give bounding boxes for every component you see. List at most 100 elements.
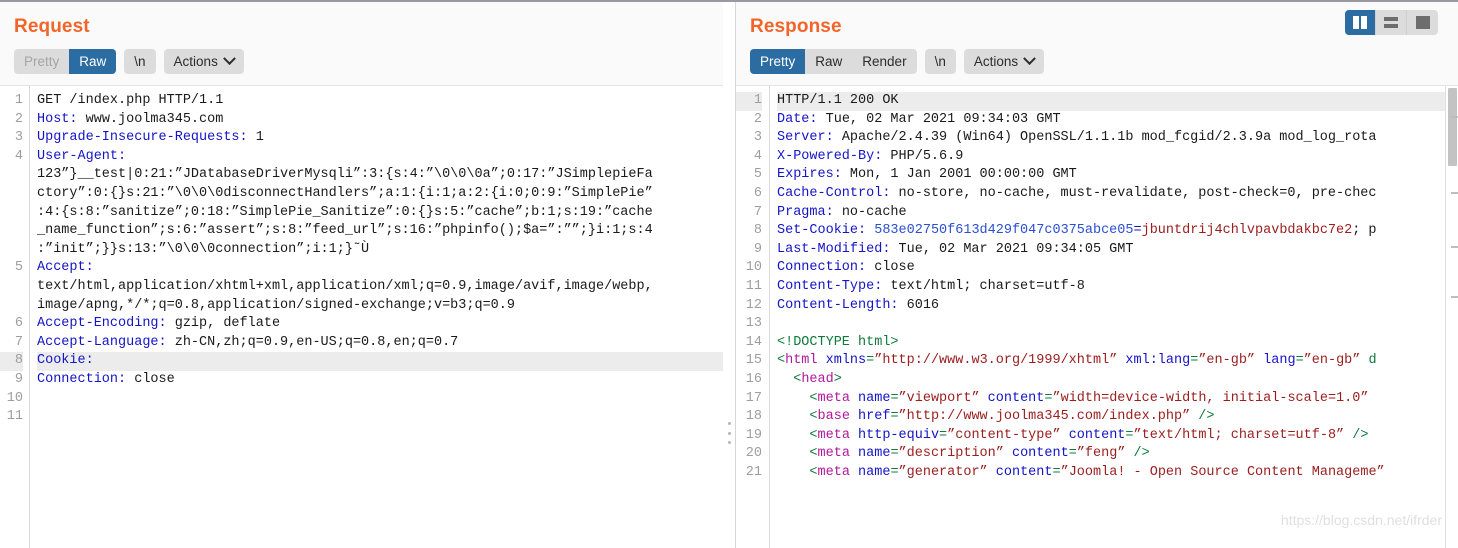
line-number: 1 — [14, 93, 23, 108]
panel-splitter[interactable] — [723, 2, 735, 548]
response-code-area[interactable]: 1 2 3 4 5 6 7 8 9 10 11 12 13 14 15 16 17 18 19 20 21 HTTP/1… — [736, 85, 1458, 548]
response-line-numbers: 1 2 3 4 5 6 7 8 9 10 11 12 13 14 15 16 17 18 19 20 21 — [736, 86, 770, 548]
code-line[interactable]: ctory”:0:{}s:21:”\0\0\0disconnectHandler… — [37, 185, 723, 204]
columns-icon — [1353, 16, 1367, 29]
request-line-numbers: 1 2 3 4 5 6 7 8 9 10 11 — [0, 86, 30, 548]
code-line[interactable]: Accept: — [37, 259, 723, 278]
line-number: 13 — [745, 316, 762, 332]
code-line[interactable]: Last-Modified: Tue, 02 Mar 2021 09:34:05… — [777, 241, 1458, 260]
line-number: 18 — [745, 409, 762, 425]
chevron-down-icon — [1023, 52, 1036, 66]
line-number: 5 — [753, 167, 762, 183]
line-number: 1 — [736, 92, 762, 111]
code-line[interactable]: Accept-Encoding: gzip, deflate — [37, 315, 723, 334]
line-number: 16 — [745, 371, 762, 387]
code-line[interactable]: <!DOCTYPE html> — [777, 334, 1458, 353]
line-number — [0, 241, 23, 260]
code-line[interactable]: <base href=”http://www.joolma345.com/ind… — [777, 408, 1458, 427]
request-title: Request — [14, 16, 90, 37]
line-number: 4 — [753, 148, 762, 164]
code-line[interactable]: Pragma: no-cache — [777, 204, 1458, 223]
code-line[interactable]: text/html,application/xhtml+xml,applicat… — [37, 278, 723, 297]
single-pane-icon — [1415, 16, 1430, 29]
code-line[interactable]: Content-Length: 6016 — [777, 297, 1458, 316]
response-content[interactable]: HTTP/1.1 200 OK Date: Tue, 02 Mar 2021 09… — [770, 86, 1458, 548]
response-scrollbar[interactable] — [1445, 86, 1458, 548]
code-line[interactable] — [37, 408, 723, 427]
line-number: 2 — [14, 111, 23, 127]
rows-icon — [1384, 17, 1398, 28]
code-line[interactable]: :4:{s:8:”sanitize”;0:18:”SimplePie_Sanit… — [37, 204, 723, 223]
response-tab-render[interactable]: Render — [852, 49, 916, 74]
code-line[interactable]: Host: www.joolma345.com — [37, 111, 723, 130]
code-line[interactable]: Upgrade-Insecure-Requests: 1 — [37, 129, 723, 148]
code-line[interactable]: _name_function”;s:6:”assert”;s:8:”feed_u… — [37, 222, 723, 241]
code-line[interactable] — [777, 315, 1458, 334]
code-line[interactable]: image/apng,*/*;q=0.8,application/signed-… — [37, 297, 723, 316]
code-line[interactable]: Accept-Language: zh-CN,zh;q=0.9,en-US;q=… — [37, 334, 723, 353]
chevron-down-icon — [222, 52, 236, 66]
line-number: 14 — [745, 334, 762, 350]
code-line[interactable]: <meta http-equiv=”content-type” content=… — [777, 427, 1458, 446]
request-code-area[interactable]: 1 2 3 4 5 6 7 8 9 10 11 GET /index.php HTTP/1.1 Hos… — [0, 85, 723, 548]
line-number: 9 — [14, 371, 23, 387]
response-scrollbar-thumb[interactable] — [1448, 88, 1457, 166]
layout-single-pane-button[interactable] — [1407, 10, 1438, 35]
response-tab-raw[interactable]: Raw — [805, 49, 852, 74]
line-number: 3 — [753, 130, 762, 146]
code-line[interactable]: GET /index.php HTTP/1.1 — [37, 92, 723, 111]
response-panel: Response Pretty Raw Render \n Actions 12… — [735, 2, 1458, 548]
line-number: 6 — [753, 185, 762, 201]
code-line[interactable]: <html xmlns=”http://www.w3.org/1999/xhtm… — [777, 352, 1458, 371]
code-line[interactable]: Set-Cookie: 583e02750f613d429f047c0375ab… — [777, 222, 1458, 241]
line-number — [0, 204, 23, 223]
code-line[interactable]: Connection: close — [37, 371, 723, 390]
line-number: 2 — [753, 111, 762, 127]
code-line[interactable]: Connection: close — [777, 259, 1458, 278]
layout-stacked-button[interactable] — [1376, 10, 1407, 35]
line-number — [0, 278, 23, 297]
request-view-tabs: Pretty Raw — [14, 49, 117, 74]
line-number: 11 — [6, 409, 23, 425]
code-line[interactable]: <meta name=”generator” content=”Joomla! … — [777, 464, 1458, 483]
request-tab-pretty[interactable]: Pretty — [14, 49, 69, 74]
code-line[interactable]: X-Powered-By: PHP/5.6.9 — [777, 148, 1458, 167]
code-line[interactable]: Cookie: — [37, 352, 723, 371]
line-number — [0, 297, 23, 316]
layout-toggle-group — [1345, 10, 1438, 35]
line-number: 20 — [745, 446, 762, 462]
code-line[interactable]: <meta name=”description” content=”feng” … — [777, 445, 1458, 464]
request-newline-button[interactable]: \n — [124, 49, 156, 74]
response-actions-button[interactable]: Actions — [963, 49, 1045, 74]
splitter-grip-icon[interactable] — [727, 422, 731, 444]
code-line[interactable]: Expires: Mon, 1 Jan 2001 00:00:00 GMT — [777, 166, 1458, 185]
request-panel: Request Pretty Raw \n Actions 1234567891… — [0, 2, 723, 548]
response-newline-button[interactable]: \n — [924, 49, 956, 74]
code-line[interactable]: HTTP/1.1 200 OK — [777, 92, 1458, 111]
code-line[interactable]: <meta name=”viewport” content=”width=dev… — [777, 390, 1458, 409]
code-line[interactable]: 123”}__test|0:21:”JDatabaseDriverMysqli”… — [37, 166, 723, 185]
layout-side-by-side-button[interactable] — [1345, 10, 1376, 35]
code-line[interactable]: :”init”;}}s:13:”\0\0\0connection”;i:1;}˜… — [37, 241, 723, 260]
request-tab-raw[interactable]: Raw — [69, 49, 117, 74]
code-line[interactable]: Cache-Control: no-store, no-cache, must-… — [777, 185, 1458, 204]
code-line[interactable]: <head> — [777, 371, 1458, 390]
line-number: 10 — [6, 390, 23, 406]
code-line[interactable]: Server: Apache/2.4.39 (Win64) OpenSSL/1.… — [777, 129, 1458, 148]
line-number: 19 — [745, 427, 762, 443]
code-line[interactable]: Content-Type: text/html; charset=utf-8 — [777, 278, 1458, 297]
request-toolbar: Pretty Raw \n Actions — [14, 38, 723, 85]
line-number: 17 — [745, 390, 762, 406]
code-line[interactable] — [37, 390, 723, 409]
line-number: 8 — [753, 223, 762, 239]
code-line[interactable]: User-Agent: — [37, 148, 723, 167]
line-number: 8 — [0, 352, 23, 371]
request-actions-label: Actions — [173, 54, 218, 69]
request-actions-button[interactable]: Actions — [163, 49, 244, 74]
request-content[interactable]: GET /index.php HTTP/1.1 Host: www.joolma3… — [30, 86, 723, 548]
line-number: 15 — [745, 353, 762, 369]
line-number: 12 — [745, 297, 762, 313]
line-number: 9 — [753, 241, 762, 257]
response-tab-pretty[interactable]: Pretty — [750, 49, 806, 74]
code-line[interactable]: Date: Tue, 02 Mar 2021 09:34:03 GMT — [777, 111, 1458, 130]
